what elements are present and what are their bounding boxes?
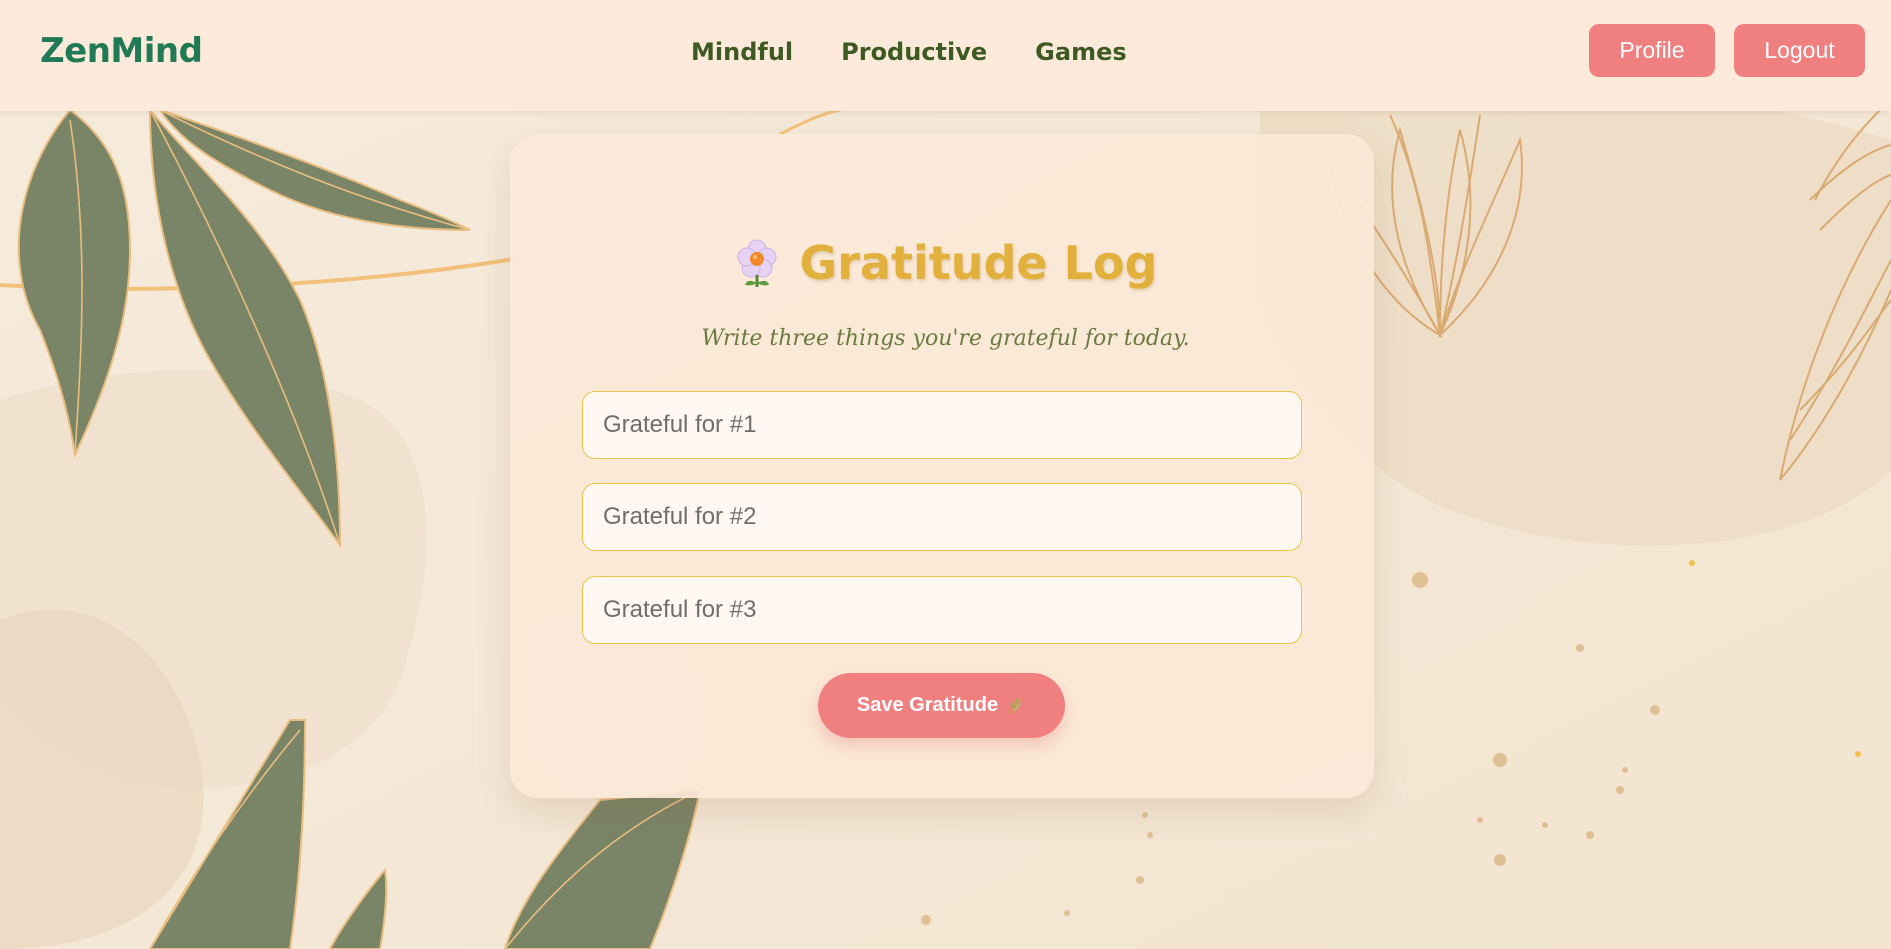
nav-link-productive[interactable]: Productive — [841, 38, 987, 66]
gratitude-input-1[interactable] — [582, 391, 1302, 459]
app-logo[interactable]: ZenMind — [40, 31, 203, 71]
top-navbar: ZenMind Mindful Productive Games Profile… — [0, 0, 1891, 111]
logout-button[interactable]: Logout — [1734, 24, 1865, 77]
page-subtitle: Write three things you're grateful for t… — [701, 326, 1190, 351]
leaf-icon — [1009, 696, 1023, 714]
gratitude-input-3[interactable] — [582, 576, 1302, 644]
card-heading: Gratitude Log — [0, 236, 1891, 290]
nav-link-games[interactable]: Games — [1035, 38, 1126, 66]
page-title: Gratitude Log — [799, 236, 1158, 290]
nav-link-mindful[interactable]: Mindful — [691, 38, 793, 66]
main-nav: Mindful Productive Games — [691, 38, 1127, 66]
save-gratitude-button[interactable]: Save Gratitude — [818, 673, 1065, 738]
save-gratitude-label: Save Gratitude — [856, 694, 999, 716]
profile-button[interactable]: Profile — [1589, 24, 1715, 77]
flower-icon — [737, 239, 777, 287]
gratitude-input-2[interactable] — [582, 483, 1302, 551]
